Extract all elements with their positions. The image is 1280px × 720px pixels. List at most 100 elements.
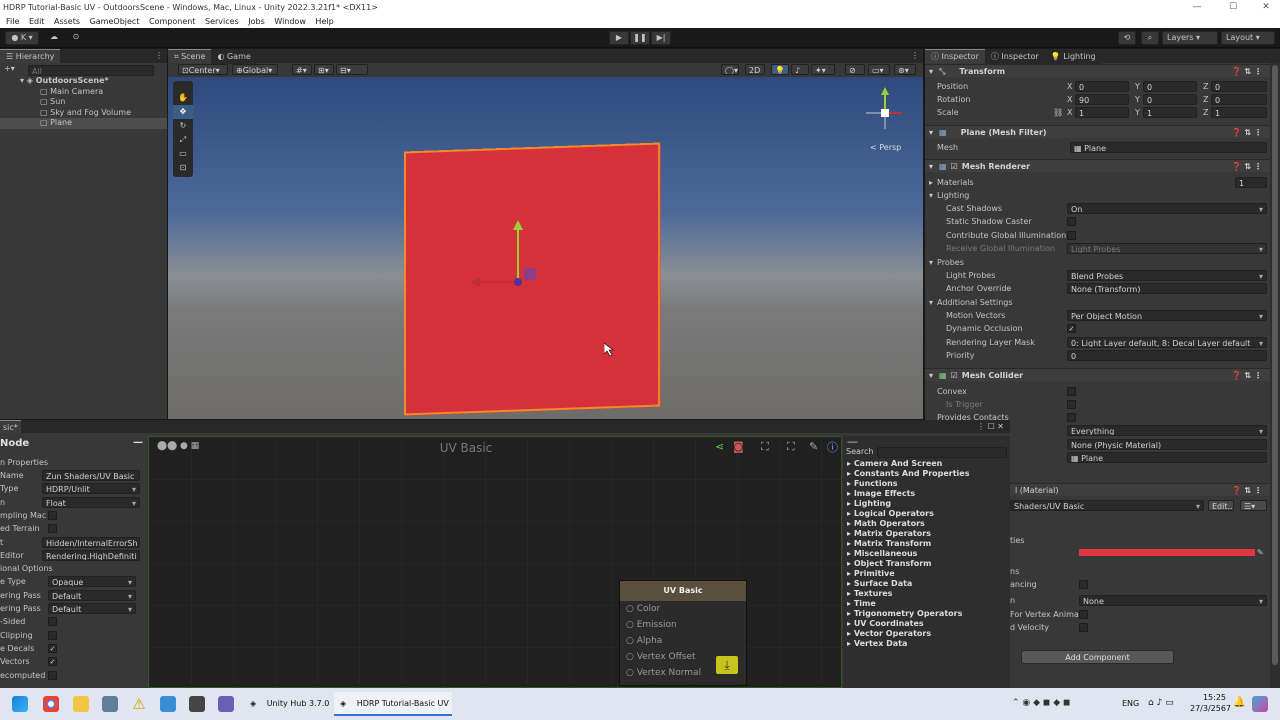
- rotate-tool-icon[interactable]: ↻: [173, 119, 193, 133]
- clipboard-icon[interactable]: [189, 696, 205, 712]
- instancing-checkbox[interactable]: [1079, 580, 1088, 589]
- position-z[interactable]: 0: [1211, 81, 1267, 92]
- add-icon[interactable]: +▾: [4, 64, 15, 73]
- static-shadow-checkbox[interactable]: [1067, 217, 1076, 226]
- transform-header[interactable]: ▾ ⤡ Transform ❓ ⇅ ⋮: [925, 64, 1270, 77]
- node-category[interactable]: ▸ Functions: [843, 479, 1010, 489]
- taskbar-unity-editor[interactable]: ◈ HDRP Tutorial-Basic UV: [334, 692, 452, 716]
- hierarchy-item[interactable]: ▢ Sun: [0, 97, 167, 108]
- rotation-z[interactable]: 0: [1211, 94, 1267, 105]
- property-field[interactable]: Default: [48, 589, 136, 601]
- port-emission[interactable]: ○ Emission: [626, 617, 746, 633]
- node-category[interactable]: ▸ Math Operators: [843, 519, 1010, 529]
- share-icon[interactable]: ⋖: [715, 440, 724, 453]
- component-menu-icon[interactable]: ❓ ⇅ ⋮: [1232, 65, 1262, 78]
- fit-icon[interactable]: ⛶: [761, 440, 769, 454]
- cloud-icon[interactable]: ☁: [44, 31, 64, 45]
- node-category[interactable]: ▸ Image Effects: [843, 489, 1010, 499]
- add-component-button[interactable]: Add Component: [1021, 650, 1174, 664]
- tab-lighting[interactable]: 💡 Lighting: [1044, 50, 1102, 64]
- warning-icon[interactable]: ⚠: [131, 696, 147, 712]
- play-button[interactable]: ▶: [609, 31, 629, 45]
- node-category[interactable]: ▸ Constants And Properties: [843, 469, 1010, 479]
- rotation-y[interactable]: 0: [1143, 94, 1197, 105]
- node-category[interactable]: ▸ Miscellaneous: [843, 549, 1010, 559]
- notepad-icon[interactable]: [160, 696, 176, 712]
- more-icon[interactable]: ⋮: [911, 49, 919, 63]
- chrome-icon[interactable]: [43, 696, 59, 712]
- property-checkbox[interactable]: ✓: [48, 657, 57, 667]
- node-category[interactable]: ▸ Logical Operators: [843, 509, 1010, 519]
- scale-tool-icon[interactable]: ⤢: [173, 133, 193, 147]
- node-category[interactable]: ▸ Lighting: [843, 499, 1010, 509]
- node-category[interactable]: ▸ Textures: [843, 589, 1010, 599]
- more-icon[interactable]: ⋮: [155, 49, 163, 63]
- enabled-checkbox[interactable]: ☑: [951, 371, 958, 380]
- menu-help[interactable]: Help: [315, 17, 333, 26]
- account-button[interactable]: ● K ▾: [5, 31, 39, 45]
- rlm-dropdown[interactable]: 0: Light Layer default, 8: Decal Layer d…: [1067, 337, 1267, 348]
- increment-icon[interactable]: ⊟▾: [336, 64, 368, 75]
- edit-shader-button[interactable]: Edit...: [1208, 500, 1234, 511]
- property-checkbox[interactable]: ✓: [48, 643, 57, 653]
- pause-button[interactable]: ❚❚: [630, 31, 650, 45]
- node-category[interactable]: ▸ Surface Data: [843, 579, 1010, 589]
- hidden-icon[interactable]: ⊘: [845, 64, 865, 75]
- tab-inspector[interactable]: ⓘ Inspector: [925, 49, 985, 63]
- transform-tool-icon[interactable]: ⊡: [173, 161, 193, 175]
- component-menu-icon[interactable]: ❓ ⇅ ⋮: [1232, 126, 1262, 139]
- window-controls[interactable]: ⋮ ☐ ✕: [977, 420, 1004, 433]
- info-icon[interactable]: ⓘ: [827, 439, 838, 455]
- additional-row[interactable]: ▾ Additional Settings: [925, 296, 1270, 309]
- property-checkbox[interactable]: [48, 670, 57, 680]
- anchor-field[interactable]: None (Transform): [1067, 283, 1267, 294]
- motion-dropdown[interactable]: Per Object Motion: [1067, 310, 1267, 321]
- layers-dropdown[interactable]: Layers ▾: [1162, 31, 1218, 45]
- scale-x[interactable]: 1: [1075, 107, 1129, 118]
- property-checkbox[interactable]: [48, 617, 57, 627]
- network-icon[interactable]: ⌂ ♪ ▭: [1148, 698, 1174, 708]
- app-icon[interactable]: [218, 696, 234, 712]
- space-dropdown[interactable]: ⊕Global▾: [232, 64, 278, 75]
- component-menu-icon[interactable]: ❓ ⇅ ⋮: [1232, 484, 1262, 497]
- tab-hierarchy[interactable]: ☰ Hierarchy: [0, 49, 61, 63]
- lighting-row[interactable]: ▾ Lighting: [925, 189, 1270, 202]
- start-icon[interactable]: [12, 696, 28, 712]
- hierarchy-search-input[interactable]: All: [28, 65, 154, 76]
- property-checkbox[interactable]: [48, 630, 57, 640]
- hierarchy-item[interactable]: ▢ Main Camera: [0, 87, 167, 98]
- cast-shadows-dropdown[interactable]: On: [1067, 203, 1267, 214]
- maximize-icon[interactable]: ⛶: [787, 440, 795, 454]
- none-dropdown[interactable]: None: [1079, 595, 1267, 606]
- dyn-occ-checkbox[interactable]: ✓: [1067, 324, 1076, 333]
- pivot-dropdown[interactable]: ⊡Center▾: [178, 64, 228, 75]
- property-field[interactable]: Opaque: [48, 576, 136, 588]
- settings-icon[interactable]: ✎: [809, 440, 818, 453]
- node-category[interactable]: ▸ Matrix Operators: [843, 529, 1010, 539]
- property-checkbox[interactable]: [48, 524, 57, 534]
- property-checkbox[interactable]: [48, 510, 57, 520]
- meshfilter-header[interactable]: ▾ ▦ Plane (Mesh Filter) ❓ ⇅ ⋮: [925, 125, 1270, 138]
- property-field[interactable]: HDRP/Unlit: [42, 483, 140, 495]
- menu-component[interactable]: Component: [149, 17, 195, 26]
- minimize-button[interactable]: —: [1186, 0, 1208, 15]
- notification-icon[interactable]: 🔔: [1233, 697, 1245, 708]
- history-icon[interactable]: ⟲: [1118, 31, 1136, 45]
- port-color[interactable]: ○ Color: [626, 601, 746, 617]
- layout-dropdown[interactable]: Layout ▾: [1221, 31, 1275, 45]
- download-icon[interactable]: ⤓: [716, 656, 738, 674]
- node-category[interactable]: ▸ UV Coordinates: [843, 619, 1010, 629]
- link-icon[interactable]: ⛓: [1053, 106, 1063, 119]
- folder-icon[interactable]: [73, 696, 89, 712]
- rect-tool-icon[interactable]: ▭: [173, 147, 193, 161]
- move-tool-icon[interactable]: ✥: [173, 105, 193, 119]
- scene-viewport[interactable]: ✋ ✥ ↻ ⤢ ▭ ⊡ < Persp: [168, 77, 923, 419]
- menu-jobs[interactable]: Jobs: [248, 17, 265, 26]
- meshcollider-header[interactable]: ▾ ▦ ☑ Mesh Collider ❓ ⇅ ⋮: [925, 368, 1270, 381]
- menu-services[interactable]: Services: [205, 17, 239, 26]
- physic-material-field[interactable]: None (Physic Material): [1067, 439, 1267, 450]
- hierarchy-item-selected[interactable]: ▢ Plane: [0, 118, 167, 129]
- rotation-x[interactable]: 90: [1075, 94, 1129, 105]
- graph-canvas[interactable]: ⬤⬤ ● ▦ UV Basic ⋖ ◙ ⛶ ⛶ ✎ ⓘ UV Basic ○ C…: [148, 436, 843, 689]
- materials-row[interactable]: ▸ Materials 1: [925, 176, 1270, 189]
